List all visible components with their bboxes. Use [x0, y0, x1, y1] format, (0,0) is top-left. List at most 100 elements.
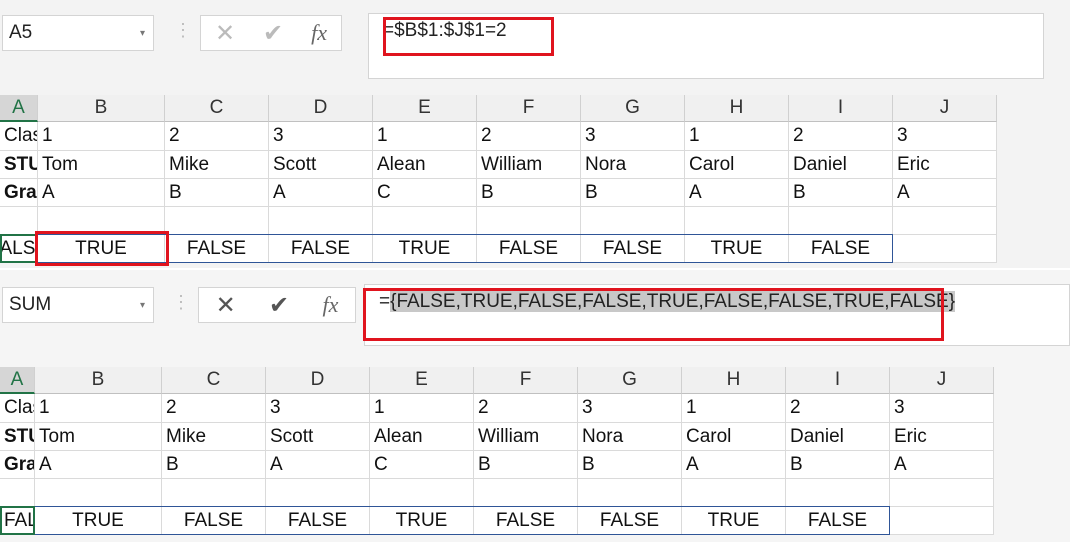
cell-i3[interactable]: B — [789, 179, 893, 207]
cell-d1[interactable]: 3 — [266, 394, 370, 423]
cell-b3[interactable]: A — [35, 451, 162, 479]
drag-handle-icon[interactable]: ⋮ — [174, 20, 192, 44]
cell-j2[interactable]: Eric — [890, 423, 994, 451]
cell-b2[interactable]: Tom — [35, 423, 162, 451]
cell-e3[interactable]: C — [370, 451, 474, 479]
cell-f2[interactable]: William — [477, 151, 581, 179]
cell-f4[interactable] — [477, 207, 581, 235]
cell-f4[interactable] — [474, 479, 578, 507]
cell-d4[interactable] — [266, 479, 370, 507]
column-header-g[interactable]: G — [581, 95, 685, 122]
cell-g4[interactable] — [578, 479, 682, 507]
cell-e2[interactable]: Alean — [373, 151, 477, 179]
column-header-b[interactable]: B — [38, 95, 165, 122]
enter-check-icon[interactable]: ✔ — [269, 291, 289, 320]
cell-d3[interactable]: A — [269, 179, 373, 207]
cell-d4[interactable] — [269, 207, 373, 235]
drag-handle-icon[interactable]: ⋮ — [172, 292, 190, 316]
enter-check-icon[interactable]: ✔ — [263, 19, 283, 48]
cell-h2[interactable]: Carol — [682, 423, 786, 451]
cell-j5[interactable] — [893, 235, 997, 263]
cell-g1[interactable]: 3 — [578, 394, 682, 423]
cell-h4[interactable] — [685, 207, 789, 235]
cell-b2[interactable]: Tom — [38, 151, 165, 179]
column-header-e[interactable]: E — [373, 95, 477, 122]
cell-c4[interactable] — [162, 479, 266, 507]
cell-b3[interactable]: A — [38, 179, 165, 207]
cell-a4[interactable] — [0, 207, 38, 235]
cell-j4[interactable] — [890, 479, 994, 507]
cell-f3[interactable]: B — [474, 451, 578, 479]
cell-f1[interactable]: 2 — [474, 394, 578, 423]
cell-e1[interactable]: 1 — [373, 122, 477, 151]
cell-d2[interactable]: Scott — [269, 151, 373, 179]
cell-g2[interactable]: Nora — [581, 151, 685, 179]
cell-e4[interactable] — [373, 207, 477, 235]
cell-h3[interactable]: A — [685, 179, 789, 207]
column-header-f[interactable]: F — [474, 367, 578, 394]
cell-c1[interactable]: 2 — [165, 122, 269, 151]
cell-g4[interactable] — [581, 207, 685, 235]
column-header-i[interactable]: I — [789, 95, 893, 122]
chevron-down-icon[interactable]: ▾ — [140, 300, 145, 311]
column-header-j[interactable]: J — [890, 367, 994, 394]
column-header-d[interactable]: D — [266, 367, 370, 394]
insert-function-icon[interactable]: fx — [322, 292, 338, 318]
column-header-h[interactable]: H — [685, 95, 789, 122]
cell-e4[interactable] — [370, 479, 474, 507]
cell-e3[interactable]: C — [373, 179, 477, 207]
cell-f2[interactable]: William — [474, 423, 578, 451]
insert-function-icon[interactable]: fx — [311, 20, 327, 46]
cell-i1[interactable]: 2 — [786, 394, 890, 423]
cell-c3[interactable]: B — [165, 179, 269, 207]
cell-j4[interactable] — [893, 207, 997, 235]
cell-j2[interactable]: Eric — [893, 151, 997, 179]
cell-j3[interactable]: A — [890, 451, 994, 479]
column-header-a[interactable]: A — [0, 367, 35, 394]
cell-j1[interactable]: 3 — [890, 394, 994, 423]
column-header-j[interactable]: J — [893, 95, 997, 122]
column-header-c[interactable]: C — [165, 95, 269, 122]
cell-i4[interactable] — [786, 479, 890, 507]
cell-b1[interactable]: 1 — [38, 122, 165, 151]
column-header-i[interactable]: I — [786, 367, 890, 394]
cell-i1[interactable]: 2 — [789, 122, 893, 151]
cell-g3[interactable]: B — [581, 179, 685, 207]
cell-d1[interactable]: 3 — [269, 122, 373, 151]
cell-e2[interactable]: Alean — [370, 423, 474, 451]
cell-g3[interactable]: B — [578, 451, 682, 479]
cell-i4[interactable] — [789, 207, 893, 235]
cell-h2[interactable]: Carol — [685, 151, 789, 179]
cell-a1[interactable]: Class ID — [0, 122, 38, 151]
cell-i2[interactable]: Daniel — [786, 423, 890, 451]
cancel-icon[interactable]: ✕ — [215, 19, 235, 48]
cell-e1[interactable]: 1 — [370, 394, 474, 423]
cell-a4[interactable] — [0, 479, 35, 507]
column-header-a[interactable]: A — [0, 95, 38, 122]
cell-j1[interactable]: 3 — [893, 122, 997, 151]
cell-j3[interactable]: A — [893, 179, 997, 207]
cell-g2[interactable]: Nora — [578, 423, 682, 451]
column-header-f[interactable]: F — [477, 95, 581, 122]
column-header-g[interactable]: G — [578, 367, 682, 394]
cell-c4[interactable] — [165, 207, 269, 235]
cell-a2[interactable]: STU Name — [0, 423, 35, 451]
cell-h1[interactable]: 1 — [685, 122, 789, 151]
column-header-c[interactable]: C — [162, 367, 266, 394]
cell-d2[interactable]: Scott — [266, 423, 370, 451]
cell-i3[interactable]: B — [786, 451, 890, 479]
cell-c1[interactable]: 2 — [162, 394, 266, 423]
cell-b1[interactable]: 1 — [35, 394, 162, 423]
cell-h4[interactable] — [682, 479, 786, 507]
cell-c2[interactable]: Mike — [162, 423, 266, 451]
cell-g1[interactable]: 3 — [581, 122, 685, 151]
cell-d3[interactable]: A — [266, 451, 370, 479]
cell-i2[interactable]: Daniel — [789, 151, 893, 179]
column-header-d[interactable]: D — [269, 95, 373, 122]
cell-h1[interactable]: 1 — [682, 394, 786, 423]
cell-f3[interactable]: B — [477, 179, 581, 207]
cell-a2[interactable]: STU Name — [0, 151, 38, 179]
cell-j5[interactable] — [890, 507, 994, 535]
cell-c2[interactable]: Mike — [165, 151, 269, 179]
cell-c3[interactable]: B — [162, 451, 266, 479]
